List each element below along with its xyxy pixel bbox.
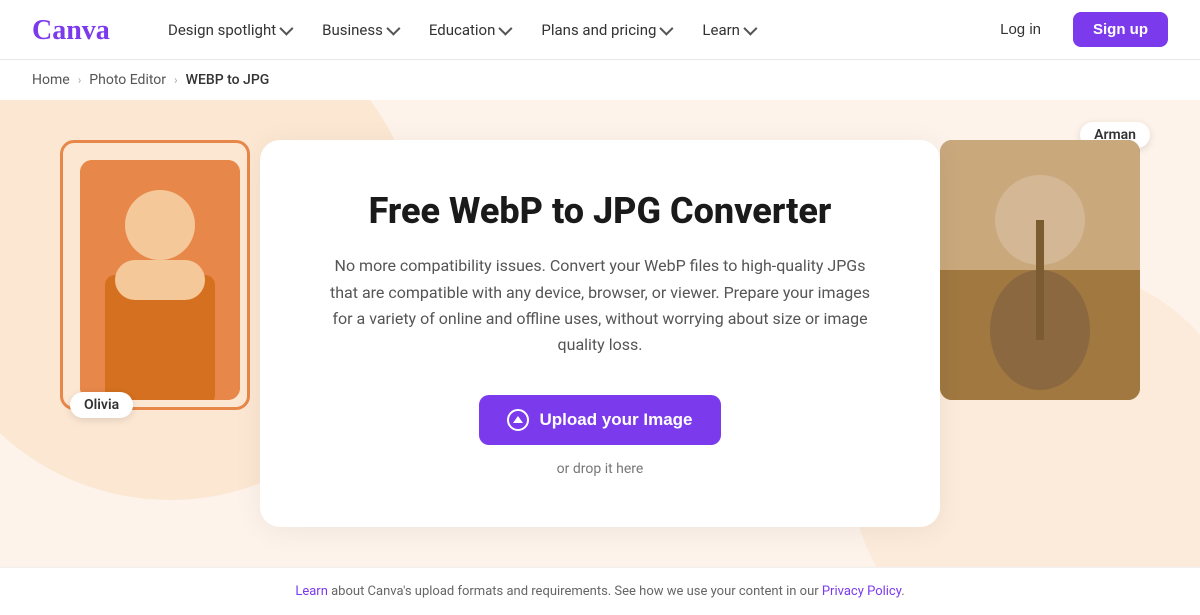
hero-description: No more compatibility issues. Convert yo… [320,253,880,359]
deco-left-image [80,160,240,400]
breadcrumb-separator: › [78,73,82,87]
converter-card: Free WebP to JPG Converter No more compa… [260,140,940,527]
nav-item-design-spotlight[interactable]: Design spotlight [154,13,304,47]
footer-privacy-link[interactable]: Privacy Policy [822,584,901,599]
nav-label-education: Education [429,21,496,39]
breadcrumb-photo-editor[interactable]: Photo Editor [89,72,166,88]
nav-item-learn[interactable]: Learn [688,13,768,47]
footer-middle-text: about Canva's upload formats and require… [328,584,822,599]
upload-icon [507,409,529,431]
chevron-down-icon [660,21,674,35]
nav-label-plans-pricing: Plans and pricing [541,21,656,39]
nav-items: Design spotlight Business Education Plan… [154,13,980,47]
drop-text: or drop it here [320,461,880,477]
breadcrumb: Home › Photo Editor › WEBP to JPG [0,60,1200,100]
breadcrumb-current: WEBP to JPG [186,72,270,88]
deco-left-panel: Olivia [80,160,240,400]
nav-label-learn: Learn [702,21,740,39]
nav-right: Log in Sign up [980,12,1168,47]
canva-logo[interactable]: Canva [32,12,122,48]
footer-end-text: . [901,584,904,599]
hero-title: Free WebP to JPG Converter [320,190,880,233]
label-olivia: Olivia [70,392,133,418]
deco-right-image [940,140,1140,400]
upload-button[interactable]: Upload your Image [479,395,720,445]
breadcrumb-home[interactable]: Home [32,72,70,88]
chevron-down-icon [279,21,293,35]
navbar: Canva Design spotlight Business Educatio… [0,0,1200,60]
footer-learn-link[interactable]: Learn [295,584,328,599]
svg-text:Canva: Canva [32,15,110,46]
chevron-down-icon [499,21,513,35]
signup-button[interactable]: Sign up [1073,12,1168,47]
nav-item-education[interactable]: Education [415,13,524,47]
chevron-down-icon [743,21,757,35]
upload-button-label: Upload your Image [539,410,692,430]
nav-item-plans-pricing[interactable]: Plans and pricing [527,13,684,47]
upload-arrow-icon [513,416,523,423]
hero-section: Olivia Free WebP to JPG Converter No mor… [0,100,1200,567]
nav-label-business: Business [322,21,383,39]
breadcrumb-separator-2: › [174,73,178,87]
footer-note: Learn about Canva's upload formats and r… [0,567,1200,615]
login-button[interactable]: Log in [980,12,1061,47]
nav-label-design-spotlight: Design spotlight [168,21,276,39]
chevron-down-icon [386,21,400,35]
nav-item-business[interactable]: Business [308,13,411,47]
deco-right-panel: Arman [940,140,1140,400]
